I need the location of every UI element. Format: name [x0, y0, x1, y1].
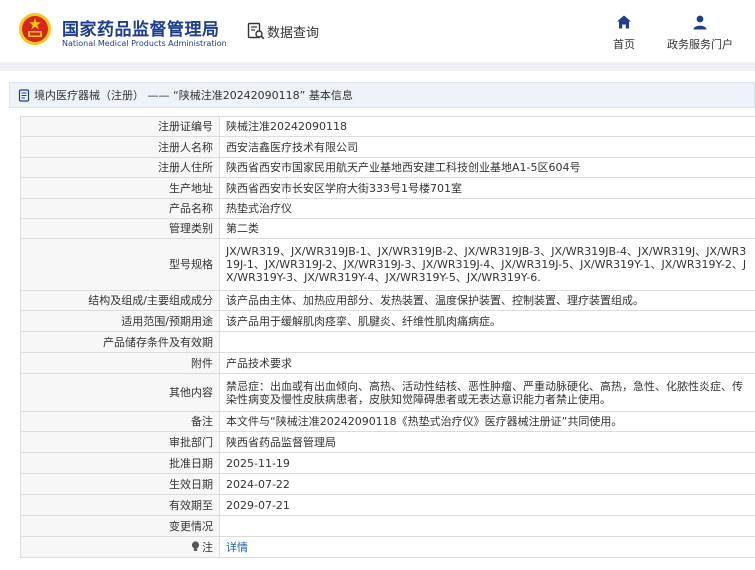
table-row: 注 详情 — [20, 536, 755, 558]
row-label: 批准日期 — [20, 452, 220, 474]
nav-home-label: 首页 — [613, 38, 635, 51]
table-row: 注册人住所 陕西省西安市国家民用航天产业基地西安建工科技创业基地A1-5区604… — [20, 157, 755, 178]
table-row: 备注 本文件与“陕械注准20242090118《热垫式治疗仪》医疗器械注册证”共… — [20, 411, 755, 432]
breadcrumb: 境内医疗器械（注册） —— “陕械注准20242090118” 基本信息 — [9, 82, 755, 108]
row-value: JX/WR319、JX/WR319JB-1、JX/WR319JB-2、JX/WR… — [219, 238, 755, 291]
row-label: 注册证编号 — [20, 116, 220, 137]
table-row: 注册人名称 西安洁鑫医疗技术有限公司 — [20, 136, 755, 158]
row-value: 该产品用于缓解肌肉痉挛、肌腱炎、纤维性肌肉痛病症。 — [219, 310, 755, 332]
table-row: 注册证编号 陕械注准20242090118 — [20, 116, 755, 137]
table-row: 其他内容 禁忌症：出血或有出血倾向、高热、活动性结核、恶性肿瘤、严重动脉硬化、高… — [20, 373, 755, 412]
row-label: 型号规格 — [20, 238, 220, 291]
table-row: 型号规格 JX/WR319、JX/WR319JB-1、JX/WR319JB-2、… — [20, 238, 755, 291]
row-value: 该产品由主体、加热应用部分、发热装置、温度保护装置、控制装置、理疗装置组成。 — [219, 290, 755, 311]
data-query-label: 数据查询 — [267, 26, 320, 41]
detail-table: 注册证编号 陕械注准20242090118 注册人名称 西安洁鑫医疗技术有限公司… — [20, 116, 755, 558]
row-value: 西安洁鑫医疗技术有限公司 — [219, 136, 755, 158]
table-row: 产品名称 热垫式治疗仪 — [20, 198, 755, 219]
nav-gov-portal-label: 政务服务门户 — [667, 38, 733, 51]
row-value: 2029-07-21 — [219, 494, 755, 516]
table-row: 生产地址 陕西省西安市长安区学府大街333号1号楼701室 — [20, 177, 755, 199]
row-label: 生产地址 — [20, 177, 220, 199]
org-name-cn: 国家药品监督管理局 — [62, 20, 220, 40]
site-header: 国家药品监督管理局 National Medical Products Admi… — [0, 0, 755, 60]
row-value: 2024-07-22 — [219, 473, 755, 495]
org-name-en: National Medical Products Administration — [62, 39, 227, 48]
row-label: 注册人住所 — [20, 157, 220, 178]
row-value: 陕械注准20242090118 — [219, 116, 755, 137]
table-row: 产品储存条件及有效期 — [20, 331, 755, 353]
row-value: 产品技术要求 — [219, 352, 755, 374]
nav-gov-portal-link[interactable]: 政务服务门户 — [660, 14, 740, 54]
details-link[interactable]: 详情 — [226, 541, 248, 554]
row-label: 产品名称 — [20, 198, 220, 219]
row-value: 2025-11-19 — [219, 452, 755, 474]
row-value: 本文件与“陕械注准20242090118《热垫式治疗仪》医疗器械注册证”共同使用… — [219, 411, 755, 432]
lightbulb-icon — [191, 540, 200, 551]
row-value: 禁忌症：出血或有出血倾向、高热、活动性结核、恶性肿瘤、严重动脉硬化、高热，急性、… — [219, 373, 755, 412]
row-label: 注册人名称 — [20, 136, 220, 158]
note-value: 详情 — [219, 536, 755, 558]
row-label: 产品储存条件及有效期 — [20, 331, 220, 353]
row-label: 审批部门 — [20, 431, 220, 453]
table-row: 管理类别 第二类 — [20, 218, 755, 239]
user-icon — [693, 15, 707, 30]
national-emblem-icon — [19, 13, 51, 45]
home-icon — [617, 15, 631, 29]
data-query-icon — [247, 22, 265, 40]
row-label: 适用范围/预期用途 — [20, 310, 220, 332]
header-divider — [0, 62, 755, 71]
row-label: 备注 — [20, 411, 220, 432]
table-row: 结构及组成/主要组成成分 该产品由主体、加热应用部分、发热装置、温度保护装置、控… — [20, 290, 755, 311]
row-value: 陕西省西安市长安区学府大街333号1号楼701室 — [219, 177, 755, 199]
note-label-cell: 注 — [20, 536, 220, 558]
row-label: 附件 — [20, 352, 220, 374]
row-label: 结构及组成/主要组成成分 — [20, 290, 220, 311]
row-label: 变更情况 — [20, 515, 220, 537]
row-value: 陕西省药品监督管理局 — [219, 431, 755, 453]
row-label: 管理类别 — [20, 218, 220, 239]
row-value — [219, 331, 755, 353]
row-label: 其他内容 — [20, 373, 220, 412]
nav-home-link[interactable]: 首页 — [604, 14, 644, 54]
breadcrumb-text: 境内医疗器械（注册） —— “陕械注准20242090118” 基本信息 — [34, 89, 353, 102]
document-icon — [18, 88, 30, 102]
table-row: 适用范围/预期用途 该产品用于缓解肌肉痉挛、肌腱炎、纤维性肌肉痛病症。 — [20, 310, 755, 332]
table-row: 变更情况 — [20, 515, 755, 537]
row-label: 有效期至 — [20, 494, 220, 516]
note-label: 注 — [202, 540, 213, 554]
table-row: 批准日期 2025-11-19 — [20, 452, 755, 474]
table-row: 附件 产品技术要求 — [20, 352, 755, 374]
row-label: 生效日期 — [20, 473, 220, 495]
table-row: 生效日期 2024-07-22 — [20, 473, 755, 495]
row-value: 热垫式治疗仪 — [219, 198, 755, 219]
row-value: 陕西省西安市国家民用航天产业基地西安建工科技创业基地A1-5区604号 — [219, 157, 755, 178]
table-row: 有效期至 2029-07-21 — [20, 494, 755, 516]
table-row: 审批部门 陕西省药品监督管理局 — [20, 431, 755, 453]
row-value: 第二类 — [219, 218, 755, 239]
row-value — [219, 515, 755, 537]
